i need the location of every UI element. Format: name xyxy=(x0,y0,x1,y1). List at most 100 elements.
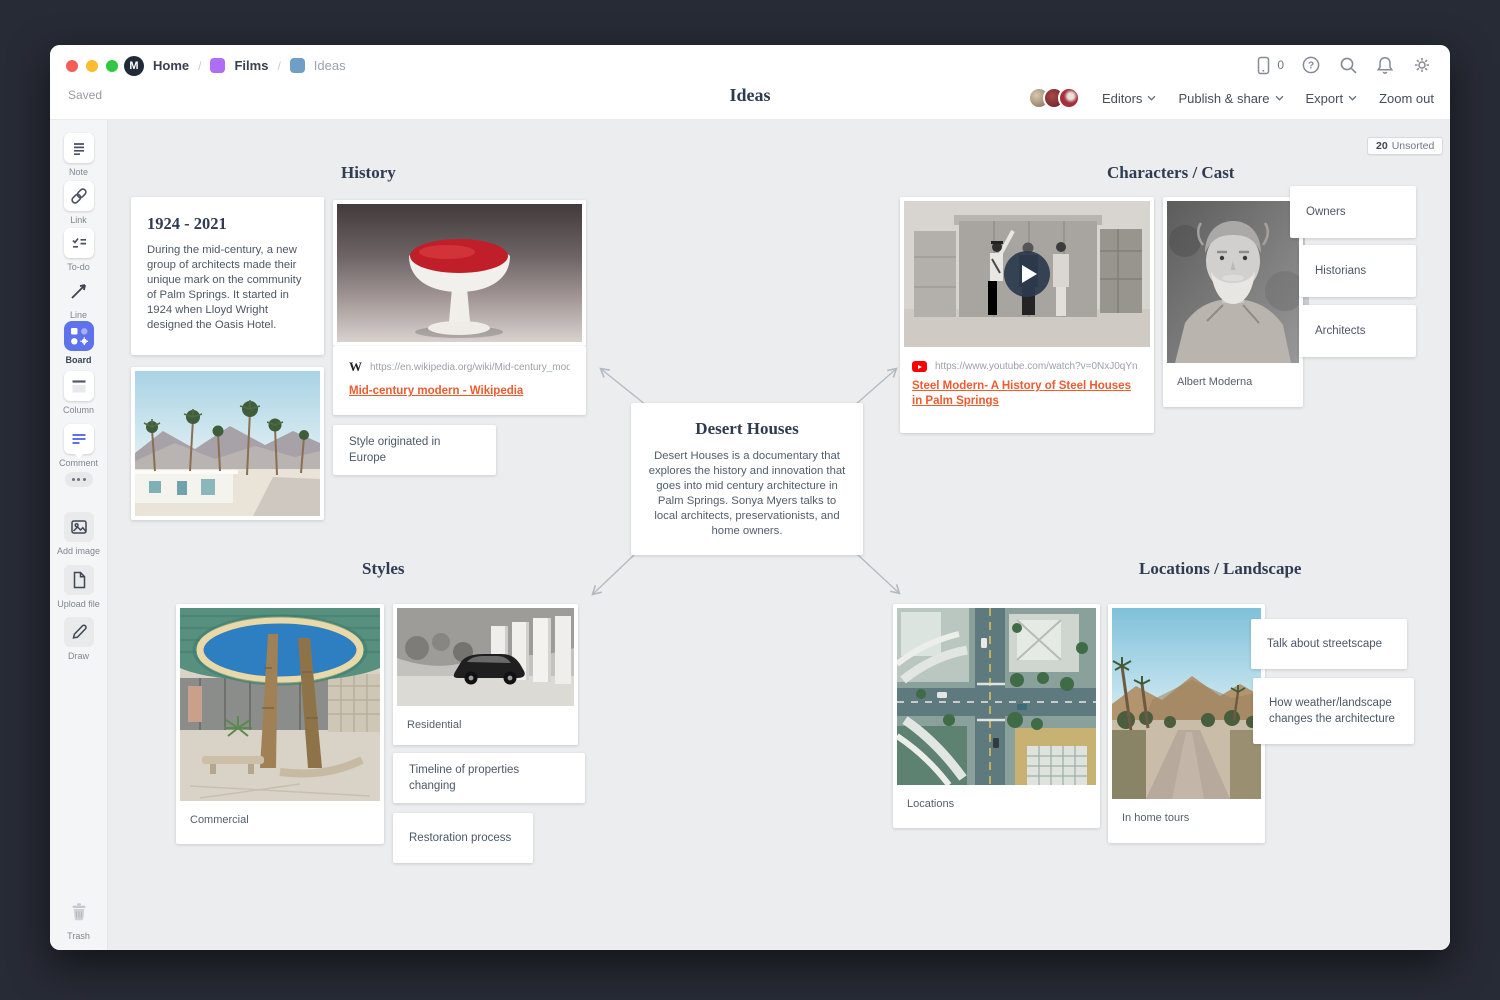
export-menu[interactable]: Export xyxy=(1306,91,1358,106)
todo-icon xyxy=(69,233,89,253)
note-card-desert-houses[interactable]: Desert Houses Desert Houses is a documen… xyxy=(631,403,863,555)
milanote-logo[interactable]: M xyxy=(124,56,144,76)
tool-link[interactable]: Link xyxy=(50,181,107,225)
tool-sidebar: Note Link To-do Line Board Column Commen… xyxy=(50,119,108,950)
editors-label: Editors xyxy=(1102,91,1142,106)
ideas-board-icon xyxy=(290,58,305,73)
zoom-out-label: Zoom out xyxy=(1379,91,1434,106)
board-canvas[interactable]: 20 Unsorted History Characters / Cast St… xyxy=(107,119,1450,950)
image-card-tulip-chair[interactable] xyxy=(333,200,586,346)
close-window-button[interactable] xyxy=(66,60,78,72)
tool-add-image-label: Add image xyxy=(50,546,107,556)
mobile-device-button[interactable]: 0 xyxy=(1253,55,1284,75)
help-button[interactable]: ? xyxy=(1301,55,1321,75)
unsorted-badge[interactable]: 20 Unsorted xyxy=(1367,137,1443,155)
breadcrumb-separator: / xyxy=(277,59,280,73)
link-icon xyxy=(69,186,89,206)
note-text: Owners xyxy=(1306,204,1346,220)
tool-upload-file[interactable]: Upload file xyxy=(50,565,107,609)
section-header-history: History xyxy=(341,163,396,183)
section-header-styles: Styles xyxy=(362,559,405,579)
breadcrumb-separator: / xyxy=(198,59,201,73)
tool-more[interactable] xyxy=(50,472,107,487)
center-title: Desert Houses xyxy=(645,419,849,439)
line-icon xyxy=(68,280,90,302)
tool-add-image[interactable]: Add image xyxy=(50,512,107,556)
zoom-out-button[interactable]: Zoom out xyxy=(1379,91,1434,106)
commercial-building-photo xyxy=(180,608,380,801)
section-header-characters: Characters / Cast xyxy=(1107,163,1234,183)
note-card-style-origin[interactable]: Style originated in Europe xyxy=(333,425,496,475)
gear-icon xyxy=(1412,55,1432,75)
center-body: Desert Houses is a documentary that expl… xyxy=(645,449,849,539)
video-title[interactable]: Steel Modern- A History of Steel Houses … xyxy=(912,379,1142,409)
tool-line-label: Line xyxy=(50,310,107,320)
note-card-timeline[interactable]: Timeline of properties changing xyxy=(393,753,585,803)
note-card-owners[interactable]: Owners xyxy=(1290,186,1416,238)
wikipedia-favicon: W xyxy=(349,359,362,375)
editor-avatars[interactable] xyxy=(1028,87,1080,109)
link-url: https://en.wikipedia.org/wiki/Mid-centur… xyxy=(370,362,570,373)
chevron-down-icon xyxy=(1348,95,1357,101)
note-card-weather[interactable]: How weather/landscape changes the archit… xyxy=(1253,678,1414,744)
help-icon: ? xyxy=(1301,55,1321,75)
note-card-architects[interactable]: Architects xyxy=(1299,305,1416,357)
tool-trash[interactable]: Trash xyxy=(50,897,107,941)
breadcrumb-films[interactable]: Films xyxy=(234,58,268,73)
tool-comment[interactable]: Comment xyxy=(50,424,107,468)
note-card-streetscape[interactable]: Talk about streetscape xyxy=(1251,619,1407,669)
settings-button[interactable] xyxy=(1412,55,1432,75)
link-title[interactable]: Mid-century modern - Wikipedia xyxy=(349,384,570,399)
search-button[interactable] xyxy=(1338,55,1358,75)
image-card-commercial[interactable]: Commercial xyxy=(176,604,384,844)
films-board-icon xyxy=(210,58,225,73)
tool-trash-label: Trash xyxy=(50,931,107,941)
note-title: 1924 - 2021 xyxy=(147,214,308,234)
image-card-residential[interactable]: Residential xyxy=(393,604,578,745)
note-text: Timeline of properties changing xyxy=(409,762,569,794)
tool-comment-label: Comment xyxy=(50,458,107,468)
upload-file-icon xyxy=(68,569,90,591)
video-card-steel-modern[interactable]: https://www.youtube.com/watch?v=0NxJ0qYn… xyxy=(900,197,1154,433)
note-text: Architects xyxy=(1315,323,1366,339)
tool-column[interactable]: Column xyxy=(50,371,107,415)
unsorted-count: 20 xyxy=(1376,140,1388,152)
tool-draw[interactable]: Draw xyxy=(50,617,107,661)
minimize-window-button[interactable] xyxy=(86,60,98,72)
tool-board[interactable]: Board xyxy=(50,321,107,365)
image-card-albert-moderna[interactable]: Albert Moderna xyxy=(1163,197,1303,407)
mobile-device-icon xyxy=(1253,55,1273,75)
image-card-aerial-intersection[interactable]: Locations xyxy=(893,604,1100,828)
note-text: How weather/landscape changes the archit… xyxy=(1269,695,1398,727)
page-title: Ideas xyxy=(729,85,770,106)
column-icon xyxy=(68,375,90,397)
street-view-photo xyxy=(1112,608,1261,799)
tool-note[interactable]: Note xyxy=(50,133,107,177)
note-card-1924[interactable]: 1924 - 2021 During the mid-century, a ne… xyxy=(131,197,324,355)
note-card-restoration[interactable]: Restoration process xyxy=(393,813,533,863)
note-icon xyxy=(69,138,89,158)
albert-moderna-portrait-photo xyxy=(1167,201,1299,363)
editors-menu[interactable]: Editors xyxy=(1102,91,1156,106)
tool-upload-file-label: Upload file xyxy=(50,599,107,609)
image-card-palm-springs-street[interactable] xyxy=(131,367,324,520)
notifications-button[interactable] xyxy=(1375,55,1395,75)
maximize-window-button[interactable] xyxy=(106,60,118,72)
breadcrumb-ideas[interactable]: Ideas xyxy=(314,58,346,73)
tool-todo[interactable]: To-do xyxy=(50,228,107,272)
publish-share-menu[interactable]: Publish & share xyxy=(1178,91,1283,106)
link-card-wikipedia[interactable]: W https://en.wikipedia.org/wiki/Mid-cent… xyxy=(333,346,586,415)
trash-icon xyxy=(67,900,91,924)
board-icon xyxy=(64,321,94,351)
play-button[interactable] xyxy=(1004,251,1050,297)
palm-springs-street-photo xyxy=(135,371,320,516)
tool-line[interactable]: Line xyxy=(50,276,107,320)
breadcrumb-home[interactable]: Home xyxy=(153,58,189,73)
note-card-historians[interactable]: Historians xyxy=(1299,245,1416,297)
tool-draw-label: Draw xyxy=(50,651,107,661)
avatar xyxy=(1058,87,1080,109)
image-card-street-view[interactable]: In home tours xyxy=(1108,604,1265,843)
app-window: M Home / Films / Ideas Saved Ideas 0 ? xyxy=(50,45,1450,950)
add-image-icon xyxy=(68,516,90,538)
note-text: Restoration process xyxy=(409,830,511,846)
